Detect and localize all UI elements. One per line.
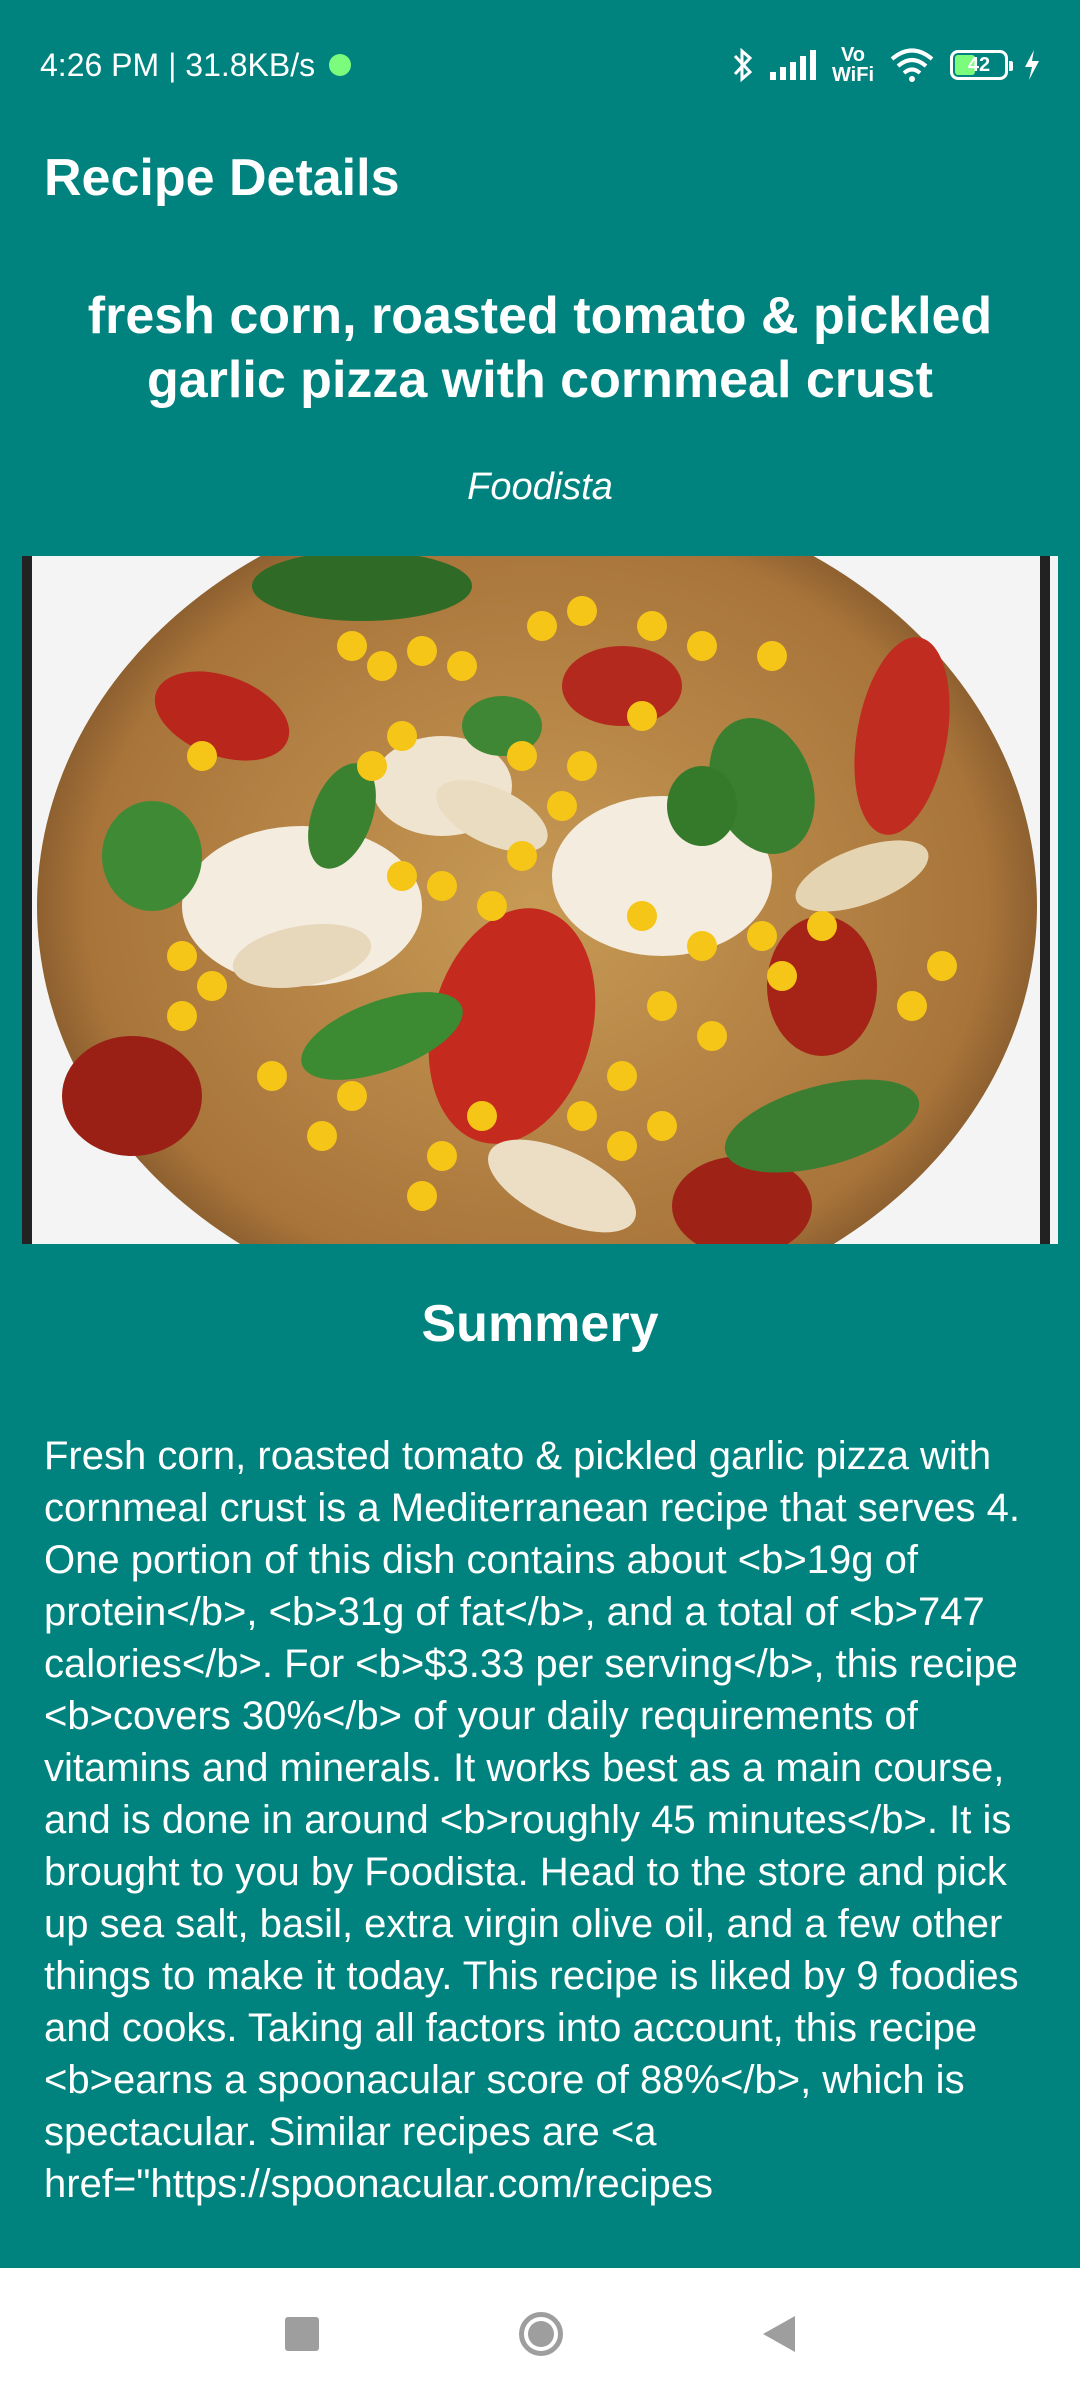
- summary-text: Fresh corn, roasted tomato & pickled gar…: [44, 1434, 1020, 2206]
- wifi-icon: [890, 48, 934, 82]
- summary-heading: Summery: [421, 1295, 659, 1353]
- status-left: 4:26 PM | 31.8KB/s: [40, 46, 352, 84]
- home-icon-inner: [528, 2321, 554, 2347]
- battery-level: 42: [967, 53, 991, 76]
- battery-icon: 42: [950, 50, 1013, 80]
- status-time-speed: 4:26 PM | 31.8KB/s: [40, 46, 316, 83]
- bluetooth-icon: [732, 47, 754, 83]
- charging-icon: [1024, 50, 1040, 80]
- navigation-bar: [0, 2268, 1080, 2400]
- vowifi-line1: Vo: [840, 44, 866, 66]
- recipe-source: Foodista: [467, 466, 613, 508]
- signal-icon: [769, 50, 816, 80]
- pizza-image: [22, 556, 1058, 1244]
- page-title: Recipe Details: [44, 149, 400, 207]
- back-icon[interactable]: [763, 2316, 795, 2352]
- recipe-image: [22, 556, 1058, 1244]
- notification-dot-icon: [329, 54, 352, 76]
- home-icon[interactable]: [519, 2312, 563, 2356]
- recipe-title: fresh corn, roasted tomato & pickled gar…: [87, 287, 993, 409]
- recent-apps-icon[interactable]: [285, 2317, 319, 2351]
- status-right: Vo WiFi 42: [732, 45, 1040, 85]
- vowifi-icon: Vo WiFi: [832, 45, 874, 85]
- vowifi-line2: WiFi: [831, 64, 874, 86]
- status-bar: 4:26 PM | 31.8KB/s Vo WiFi 42: [0, 0, 1080, 130]
